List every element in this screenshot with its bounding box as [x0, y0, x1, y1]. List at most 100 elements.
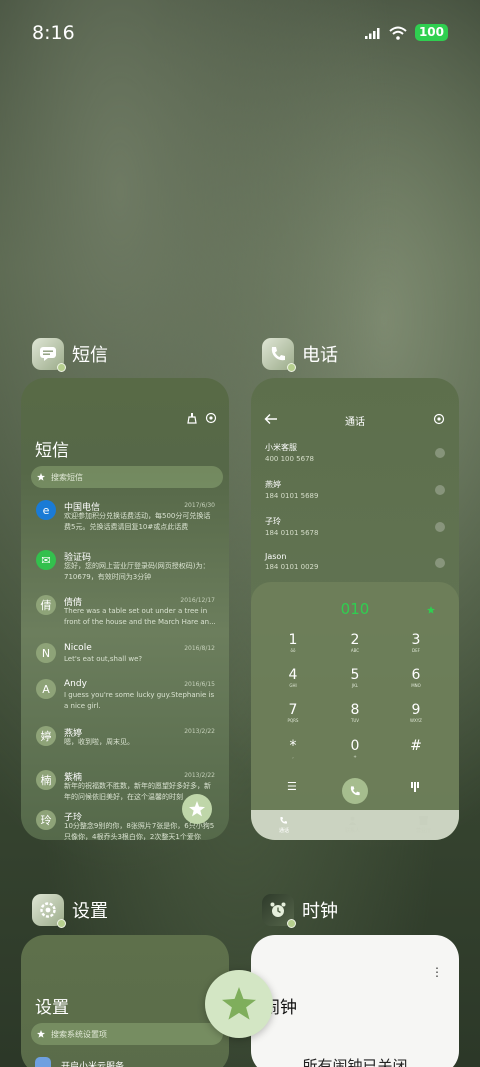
settings-search-placeholder: 搜索系统设置项: [51, 1029, 107, 1039]
sms-app-card[interactable]: 短信 搜索短信 e 中国电信 2017/6/30 欢迎参加积分兑换话费活动，每500分…: [21, 378, 229, 840]
contact-name: 子玲: [265, 517, 281, 526]
dialpad-key[interactable]: #: [396, 738, 436, 754]
details-arrow-icon[interactable]: [435, 522, 445, 532]
phone-app-card[interactable]: 通话 小米客服 400 100 5678 燕婷 184 0101 5689 子玲 184 …: [251, 378, 459, 840]
message-date: 2016/6/15: [184, 681, 215, 688]
settings-item-cloud[interactable]: 开启小米云服务: [35, 1057, 124, 1067]
sms-conversation-item[interactable]: 倩倩倩 2016/12/17 There was a table set out u…: [21, 595, 229, 635]
settings-search-bar[interactable]: 搜索系统设置项: [31, 1023, 223, 1045]
contact-avatar: 倩: [36, 595, 56, 615]
recent-call-item[interactable]: 子玲 184 0101 5678: [265, 516, 445, 546]
sender-name: Andy: [64, 679, 87, 689]
dialpad-key-number: 4: [288, 667, 298, 683]
sms-search-placeholder: 搜索短信: [51, 472, 83, 482]
sms-app-name: 短信: [72, 345, 108, 366]
dialpad-key[interactable]: 8 TUV: [335, 702, 375, 723]
store-icon: [418, 816, 428, 825]
dialpad-key[interactable]: 3 DEF: [396, 632, 436, 653]
sms-title: 短信: [35, 441, 69, 461]
dialpad-key[interactable]: 0 +: [335, 738, 375, 759]
details-arrow-icon[interactable]: [435, 558, 445, 568]
sms-search-bar[interactable]: 搜索短信: [31, 466, 223, 488]
sms-conversation-item[interactable]: A Andy 2016/6/15 I guess you're some lucky …: [21, 679, 229, 719]
dialpad-key-letters: MNO: [411, 683, 421, 688]
recent-call-item[interactable]: Jason 184 0101 0029: [265, 552, 445, 582]
dialpad-key-letters: +: [353, 754, 357, 759]
contacts-icon: [348, 816, 357, 825]
tab-service[interactable]: 营业厅: [416, 816, 431, 834]
details-arrow-icon[interactable]: [435, 485, 445, 495]
dialpad-key[interactable]: 6 MNO: [396, 667, 436, 688]
dialpad-key[interactable]: 4 GHI: [273, 667, 313, 688]
phone-bottom-tabs: 通话 联系人 营业厅: [251, 810, 459, 840]
contact-avatar: A: [36, 679, 56, 699]
tab-calls[interactable]: 通话: [279, 816, 289, 834]
clock-app-name: 时钟: [302, 901, 338, 922]
call-button[interactable]: [342, 778, 368, 804]
sms-app-icon[interactable]: [32, 338, 66, 372]
dialpad-toggle-button[interactable]: ☰: [287, 780, 297, 793]
clock-app-header[interactable]: 时钟: [262, 894, 338, 928]
phone-icon: [280, 817, 288, 824]
recent-call-item[interactable]: 小米客服 400 100 5678: [265, 442, 445, 472]
clock-app-icon[interactable]: [262, 894, 296, 928]
dialpad-grid-icon[interactable]: [411, 782, 419, 792]
recent-call-item[interactable]: 燕婷 184 0101 5689: [265, 479, 445, 509]
contact-avatar: 楠: [36, 770, 56, 790]
dialpad-key-number: 2: [350, 632, 360, 648]
phone-app-icon[interactable]: [262, 338, 296, 372]
dialpad-key-letters: GHI: [289, 683, 297, 688]
contact-number: 400 100 5678: [265, 455, 314, 463]
tab-service-label: 营业厅: [415, 828, 431, 834]
star-icon[interactable]: [427, 606, 435, 614]
clock-app-card[interactable]: ⋮ 闹钟 所有闹钟已关闭: [251, 935, 459, 1067]
sender-name: Nicole: [64, 643, 92, 653]
clean-icon[interactable]: [186, 412, 198, 424]
message-preview: I guess you're some lucky guy.Stephanie …: [64, 691, 215, 710]
floating-ball-button[interactable]: [205, 970, 273, 1038]
more-options-icon[interactable]: ⋮: [431, 965, 443, 979]
alarm-clock-icon: [270, 902, 286, 917]
sms-app-header[interactable]: 短信: [32, 338, 108, 372]
settings-gear-icon[interactable]: [433, 413, 445, 425]
dialpad-key-number: 6: [411, 667, 421, 683]
sms-conversation-item[interactable]: 婷燕婷 2013/2/22 嗯，收到啦，周末见。: [21, 726, 229, 766]
dialpad-key-number: 7: [288, 702, 298, 718]
message-date: 2017/6/30: [184, 502, 215, 509]
wechat-icon: ✉: [36, 550, 56, 570]
cloud-icon: [35, 1057, 51, 1067]
dialpad-panel: 010 1 ōō 2 ABC 3 DEF 4 GHI 5 JKL 6 MNO 7 PQRS 8 TUV 9 WXY…: [251, 582, 459, 840]
tab-contacts[interactable]: 联系人: [345, 816, 360, 834]
phone-app-header[interactable]: 电话: [262, 338, 338, 372]
dialpad-key-number: 0: [350, 738, 360, 754]
phone-app-name: 电话: [302, 345, 338, 366]
wifi-icon: [389, 26, 407, 40]
dialpad-key-number: 5: [350, 667, 360, 683]
status-icons: 100: [364, 24, 448, 41]
settings-app-card[interactable]: 设置 搜索系统设置项 开启小米云服务: [21, 935, 229, 1067]
settings-app-name: 设置: [72, 901, 108, 922]
sms-conversation-item[interactable]: e 中国电信 2017/6/30 欢迎参加积分兑换话费活动，每500分可兑换话费5元。…: [21, 500, 229, 540]
sms-conversation-item[interactable]: N Nicole 2016/8/12 Let's eat out,shall we?: [21, 643, 229, 683]
settings-app-header[interactable]: 设置: [32, 894, 108, 928]
compose-fab[interactable]: [182, 794, 212, 824]
dialpad-key[interactable]: 7 PQRS: [273, 702, 313, 723]
dialpad-key[interactable]: 2 ABC: [335, 632, 375, 653]
dialpad-key-number: *: [289, 738, 297, 754]
message-date: 2013/2/22: [184, 772, 215, 779]
dialpad-key[interactable]: 1 ōō: [273, 632, 313, 653]
message-preview: 您好，您的网上营业厅登录码(网页授权码)为：710679，有效时间为3分钟: [64, 562, 210, 581]
sms-conversation-item[interactable]: ✉ 验证码 您好，您的网上营业厅登录码(网页授权码)为：710679，有效时间为3分…: [21, 550, 229, 590]
details-arrow-icon[interactable]: [435, 448, 445, 458]
settings-gear-icon[interactable]: [205, 412, 217, 424]
alarms-empty-text: 所有闹钟已关闭: [302, 1057, 408, 1067]
dialpad-key[interactable]: *,: [273, 738, 313, 759]
settings-app-icon[interactable]: [32, 894, 66, 928]
message-date: 2016/8/12: [184, 645, 215, 652]
dialpad-key[interactable]: 5 JKL: [335, 667, 375, 688]
message-icon: [40, 347, 56, 361]
dialpad-key-letters: ,: [292, 754, 294, 759]
dialpad-key[interactable]: 9 WXYZ: [396, 702, 436, 723]
tab-calls-label: 通话: [278, 828, 289, 834]
phone-icon: [271, 347, 285, 361]
